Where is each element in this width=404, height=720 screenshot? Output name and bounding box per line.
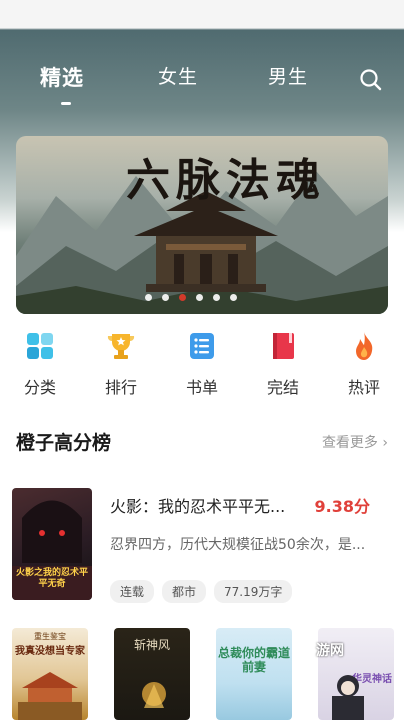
view-more-link[interactable]: 查看更多 ›	[322, 432, 388, 452]
section-title: 橙子高分榜	[16, 432, 112, 454]
tag-wordcount: 77.19万字	[214, 580, 293, 603]
shortcut-label: 分类	[23, 378, 56, 397]
shortcut-label: 热评	[347, 378, 380, 397]
cover-title: 总裁你的霸道前妻	[218, 646, 291, 674]
book-title[interactable]: 火影：我的忍术平平无...	[110, 493, 285, 517]
chevron-right-icon: ›	[382, 435, 388, 451]
banner-dot[interactable]	[196, 294, 203, 301]
tab-featured[interactable]: 精选	[40, 62, 84, 92]
shortcut-label: 书单	[185, 378, 218, 397]
shortcut-hot-reviews[interactable]: 热评	[334, 330, 394, 398]
tab-female[interactable]: 女生	[158, 62, 198, 89]
promo-banner[interactable]: 六脉法魂	[16, 136, 388, 314]
banner-dot[interactable]	[213, 294, 220, 301]
book-cover-title: 火影之我的忍术平平无奇	[15, 568, 88, 589]
shortcut-category[interactable]: 分类	[10, 330, 70, 398]
search-icon[interactable]	[359, 68, 383, 92]
grid-icon	[27, 333, 53, 359]
shortcut-completed[interactable]: 完结	[253, 330, 313, 398]
tab-male[interactable]: 男生	[268, 62, 308, 89]
shortcut-label: 排行	[104, 378, 137, 397]
book-cover[interactable]: 火影之我的忍术平平无奇	[12, 488, 92, 600]
active-tab-indicator	[61, 102, 71, 105]
book-tags: 连载 都市 77.19万字	[110, 580, 293, 603]
cover-art	[18, 672, 82, 720]
book-description: 忍界四方，历代大规模征战50余次，是...	[110, 537, 366, 553]
banner-pagination	[145, 294, 237, 302]
cover-art	[142, 682, 166, 708]
list-icon	[190, 333, 214, 359]
book-cover-item[interactable]: 斩神风	[114, 628, 190, 720]
tag-genre: 都市	[162, 580, 207, 603]
trophy-icon	[107, 334, 135, 359]
book-icon	[273, 333, 294, 359]
shortcut-label: 完结	[266, 378, 299, 397]
tag-status: 连载	[110, 580, 155, 603]
banner-dot-active[interactable]	[179, 294, 186, 301]
banner-dot[interactable]	[145, 294, 152, 301]
banner-dot[interactable]	[230, 294, 237, 301]
watermark-text: 游网	[316, 643, 344, 659]
banner-dot[interactable]	[162, 294, 169, 301]
status-bar	[0, 0, 404, 28]
flame-icon	[356, 332, 373, 360]
top-tabs: 精选 女生 男生	[0, 62, 404, 102]
shortcut-booklist[interactable]: 书单	[172, 330, 232, 398]
book-cover-item[interactable]: 总裁你的霸道前妻	[216, 628, 292, 720]
category-shortcuts: 分类 排行 书单 完结 热评	[0, 330, 404, 402]
book-cover-item[interactable]: 重生鉴宝 我真没想当专家	[12, 628, 88, 720]
banner-title: 六脉法魂	[126, 155, 326, 206]
view-more-label: 查看更多	[321, 435, 378, 451]
shortcut-ranking[interactable]: 排行	[91, 330, 151, 398]
book-score: 9.38分	[314, 497, 370, 516]
